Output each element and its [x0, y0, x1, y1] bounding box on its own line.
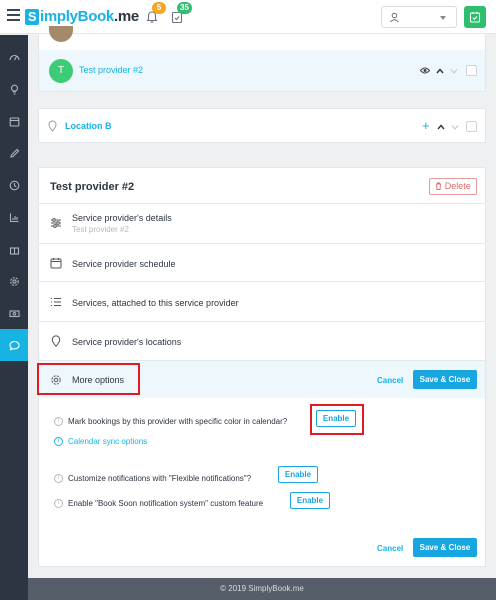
previous-provider-row	[38, 26, 486, 50]
pencil-icon[interactable]	[0, 137, 28, 169]
sidebar	[0, 35, 28, 600]
menu-attached-services[interactable]: Services, attached to this service provi…	[39, 281, 485, 321]
tasks-icon[interactable]: 35	[170, 2, 192, 24]
money-icon[interactable]	[0, 297, 28, 329]
add-icon[interactable]: +	[422, 118, 430, 133]
menu-label: Service provider's locations	[72, 337, 182, 347]
logo[interactable]: SimplyBook.me	[25, 8, 139, 25]
menu-more-options[interactable]: More options Cancel Save & Close	[37, 360, 485, 398]
cancel-button[interactable]: Cancel	[377, 544, 403, 553]
tasks-badge: 35	[177, 2, 192, 14]
logo-text: implyBook	[40, 8, 114, 25]
info-icon: i	[54, 499, 63, 508]
provider-name[interactable]: Test provider #2	[79, 65, 143, 75]
chevron-down-icon[interactable]	[451, 123, 459, 131]
calendar-button[interactable]	[464, 6, 486, 28]
menu-provider-details[interactable]: Service provider's details Test provider…	[39, 203, 485, 243]
gift-icon[interactable]	[0, 233, 28, 265]
menu-provider-schedule[interactable]: Service provider schedule	[39, 243, 485, 281]
provider-checkbox[interactable]	[466, 65, 477, 76]
menu-label: Service provider schedule	[72, 259, 176, 269]
bell-icon[interactable]: 5	[145, 2, 166, 24]
lightbulb-icon[interactable]	[0, 73, 28, 105]
footer: © 2019 SimplyBook.me	[28, 578, 496, 600]
highlight-box	[37, 363, 140, 395]
color-option-text: Mark bookings by this provider with spec…	[68, 417, 288, 426]
logo-initial: S	[25, 9, 39, 25]
user-dropdown[interactable]	[381, 6, 457, 28]
calendar-icon[interactable]	[0, 105, 28, 137]
top-header: SimplyBook.me 5 35	[0, 0, 496, 34]
delete-button[interactable]: Delete	[429, 178, 477, 195]
copyright-text: © 2019 SimplyBook.me	[220, 584, 304, 593]
avatar	[49, 26, 73, 42]
notifications-badge: 5	[152, 2, 166, 14]
calendar-icon	[50, 258, 62, 269]
cancel-button[interactable]: Cancel	[377, 376, 403, 385]
chevron-up-icon[interactable]	[437, 123, 445, 131]
chevron-up-icon[interactable]	[436, 67, 444, 75]
trash-icon	[436, 182, 442, 190]
chevron-down-icon[interactable]	[450, 67, 458, 75]
menu-provider-locations[interactable]: Service provider's locations	[39, 321, 485, 360]
logo-suffix: .me	[113, 8, 139, 25]
info-icon: i	[54, 474, 63, 483]
bar-chart-icon[interactable]	[0, 201, 28, 233]
provider-row[interactable]: T Test provider #2	[38, 50, 486, 92]
location-name[interactable]: Location B	[65, 121, 112, 131]
user-icon	[390, 12, 399, 23]
location-row[interactable]: Location B +	[38, 108, 486, 143]
info-icon: i	[54, 417, 63, 426]
eye-icon[interactable]	[420, 66, 430, 75]
menu-label: Services, attached to this service provi…	[72, 298, 239, 308]
save-close-button[interactable]: Save & Close	[413, 370, 477, 389]
save-close-button[interactable]: Save & Close	[413, 538, 477, 557]
clock-icon[interactable]	[0, 169, 28, 201]
map-pin-icon	[48, 120, 57, 132]
panel-title: Test provider #2	[50, 181, 135, 193]
menu-label: Service provider's details	[72, 213, 172, 223]
highlight-box	[310, 404, 364, 435]
info-icon: i	[54, 437, 63, 446]
provider-details-panel: Test provider #2 Delete Service provider…	[37, 167, 486, 567]
avatar: T	[49, 59, 73, 83]
map-pin-icon	[51, 335, 61, 347]
dashboard-icon[interactable]	[0, 41, 28, 73]
menu-sublabel: Test provider #2	[72, 225, 129, 234]
gear-icon[interactable]	[0, 265, 28, 297]
book-soon-text: Enable "Book Soon notification system" c…	[68, 499, 264, 508]
chat-icon[interactable]	[0, 329, 28, 361]
enable-flexible-button[interactable]: Enable	[278, 466, 318, 483]
calendar-check-icon	[469, 12, 481, 23]
enable-book-soon-button[interactable]: Enable	[290, 492, 330, 509]
delete-label: Delete	[444, 181, 471, 191]
chevron-down-icon	[440, 16, 446, 20]
menu-icon[interactable]	[7, 9, 20, 21]
list-icon	[51, 298, 61, 306]
location-checkbox[interactable]	[466, 121, 477, 132]
sliders-icon	[51, 218, 61, 228]
flexible-notifications-text: Customize notifications with "Flexible n…	[68, 474, 252, 483]
calendar-sync-link[interactable]: Calendar sync options	[68, 437, 147, 446]
